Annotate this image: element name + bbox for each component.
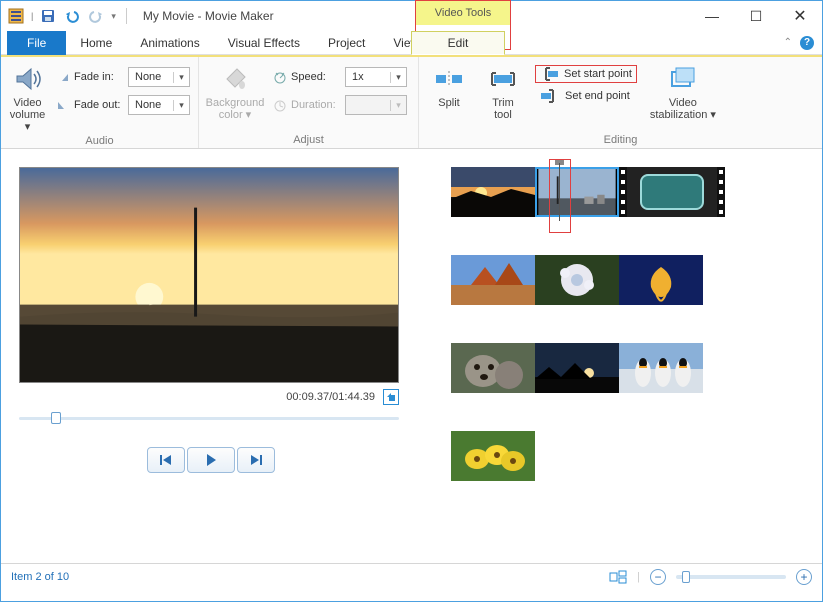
set-start-point-button[interactable]: Set start point — [535, 65, 637, 83]
clip-thumb-selected[interactable] — [535, 167, 619, 217]
speed-combo[interactable]: 1x▾ — [345, 67, 407, 87]
clip-thumb[interactable] — [535, 255, 619, 305]
split-icon — [433, 63, 465, 95]
filmstrip-edge — [717, 167, 725, 217]
redo-icon[interactable] — [87, 7, 105, 25]
clip-thumb[interactable] — [535, 343, 619, 393]
prev-frame-button[interactable] — [147, 447, 185, 473]
stabilization-icon — [667, 63, 699, 95]
close-button[interactable]: ✕ — [778, 2, 822, 30]
help-icon[interactable]: ? — [800, 36, 814, 50]
clip-thumb[interactable] — [619, 255, 703, 305]
status-item-count: Item 2 of 10 — [11, 571, 69, 583]
seek-bar[interactable] — [19, 409, 399, 427]
storyboard-row — [451, 431, 812, 481]
video-volume-button[interactable]: Video volume ▾ — [9, 61, 46, 133]
zoom-in-button[interactable]: + — [796, 569, 812, 585]
duration-icon — [273, 98, 287, 112]
main-area: 00:09.37/01:44.39 — [1, 149, 822, 563]
group-label-adjust: Adjust — [207, 132, 410, 146]
tab-animations[interactable]: Animations — [126, 31, 213, 55]
context-tab-header: Video Tools — [416, 1, 510, 25]
tab-visual-effects[interactable]: Visual Effects — [214, 31, 314, 55]
tab-file[interactable]: File — [7, 31, 66, 55]
clip-thumb[interactable] — [451, 255, 535, 305]
preview-pane: 00:09.37/01:44.39 — [1, 149, 421, 563]
fade-in-icon — [56, 71, 70, 83]
fade-out-combo[interactable]: None▾ — [128, 95, 190, 115]
set-start-icon — [540, 67, 558, 81]
storyboard-row — [451, 255, 812, 305]
minimize-button[interactable]: — — [690, 2, 734, 30]
split-button[interactable]: Split — [427, 61, 471, 109]
fullscreen-button[interactable] — [383, 389, 399, 405]
trim-icon — [487, 63, 519, 95]
ribbon: Video volume ▾ Fade in: None▾ Fade out: … — [1, 57, 822, 149]
status-bar: Item 2 of 10 | − + — [1, 563, 822, 589]
duration-combo: ▾ — [345, 95, 407, 115]
next-frame-button[interactable] — [237, 447, 275, 473]
storyboard-row — [451, 167, 812, 217]
video-volume-label: Video volume ▾ — [9, 97, 46, 133]
fade-in-combo[interactable]: None▾ — [128, 67, 190, 87]
zoom-out-button[interactable]: − — [650, 569, 666, 585]
filmstrip-edge — [619, 167, 627, 217]
app-icon[interactable] — [7, 7, 25, 25]
save-icon[interactable] — [39, 7, 57, 25]
qat-dd-icon[interactable]: ▾ — [111, 11, 116, 22]
tab-home[interactable]: Home — [66, 31, 126, 55]
fade-out-label: Fade out: — [74, 99, 124, 111]
play-button[interactable] — [187, 447, 235, 473]
preview-monitor[interactable] — [19, 167, 399, 383]
storyboard-row — [451, 343, 812, 393]
video-stabilization-button[interactable]: Video stabilization ▾ — [647, 61, 719, 121]
storyboard[interactable] — [421, 149, 822, 563]
speed-icon — [273, 70, 287, 84]
view-toggle-icon[interactable] — [609, 570, 627, 584]
seek-thumb[interactable] — [51, 412, 61, 424]
time-display: 00:09.37/01:44.39 — [286, 391, 375, 403]
maximize-button[interactable]: ☐ — [734, 2, 778, 30]
group-label-editing: Editing — [427, 132, 814, 146]
title-bar: | ▾ My Movie - Movie Maker — ☐ ✕ — [1, 1, 822, 31]
paint-bucket-icon — [219, 63, 251, 95]
playback-controls — [19, 447, 403, 473]
group-label-audio: Audio — [9, 133, 190, 147]
clip-thumb[interactable] — [451, 431, 535, 481]
undo-icon[interactable] — [63, 7, 81, 25]
ribbon-tabs: File Home Animations Visual Effects Proj… — [1, 31, 822, 55]
zoom-slider[interactable] — [676, 575, 786, 579]
speed-label: Speed: — [291, 71, 341, 83]
trim-tool-button[interactable]: Trim tool — [481, 61, 525, 121]
window-controls: — ☐ ✕ — [690, 2, 822, 30]
ribbon-group-audio: Video volume ▾ Fade in: None▾ Fade out: … — [1, 57, 199, 148]
set-end-icon — [541, 89, 559, 103]
ribbon-group-adjust: Background color ▾ Speed: 1x▾ Duration: … — [199, 57, 419, 148]
fade-out-icon — [56, 99, 70, 111]
clip-thumb[interactable] — [451, 167, 535, 217]
clip-thumb[interactable] — [451, 343, 535, 393]
speaker-icon — [12, 63, 44, 95]
clip-title-card[interactable] — [627, 167, 717, 217]
tab-project[interactable]: Project — [314, 31, 379, 55]
clip-thumb[interactable] — [619, 343, 703, 393]
playhead-highlight — [549, 159, 571, 233]
quick-access-toolbar: | ▾ My Movie - Movie Maker — [1, 1, 280, 31]
collapse-ribbon-icon[interactable]: ⌃ — [784, 37, 792, 48]
window-title: My Movie - Movie Maker — [143, 9, 274, 23]
tab-edit[interactable]: Edit — [411, 31, 505, 55]
zoom-thumb[interactable] — [682, 571, 690, 583]
background-color-button: Background color ▾ — [207, 61, 263, 121]
fade-in-label: Fade in: — [74, 71, 124, 83]
qat-sep: | — [31, 11, 33, 21]
set-end-point-button[interactable]: Set end point — [535, 87, 637, 105]
ribbon-group-editing: Split Trim tool Set start point Set end … — [419, 57, 822, 148]
duration-label: Duration: — [291, 99, 341, 111]
